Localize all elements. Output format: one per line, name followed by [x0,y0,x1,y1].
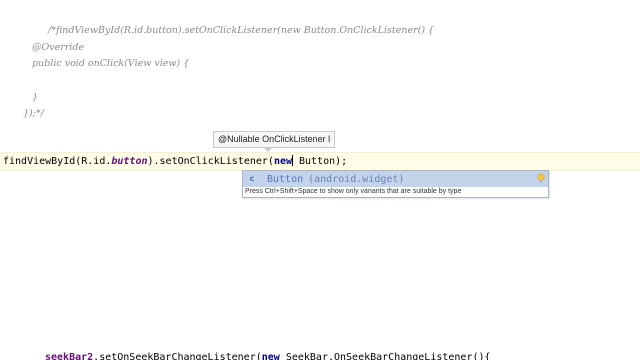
comment-line: /*findViewById(R.id.button).setOnClickLi… [48,25,435,36]
parameter-info-tooltip: @Nullable OnClickListener l [213,131,336,152]
comment-line: public void onClick(View view) { [32,58,190,69]
class-icon: c [249,174,255,183]
code-token-field: seekBar2 [45,352,94,360]
lightbulb-icon[interactable] [537,173,545,184]
code-token: ).setOnClickListener( [147,156,274,167]
code-token-keyword: new [273,156,292,167]
completion-item-package: (android.widget) [308,173,405,185]
code-token-field: button [111,156,148,167]
code-completion-popup[interactable]: c Button (android.widget) Press Ctrl+Shi… [242,170,549,198]
code-token: .setOnSeekBarChangeListener( [93,352,262,360]
comment-line: });*/ [23,108,44,119]
completion-hint-text: Press Ctrl+Shift+Space to show only vari… [245,188,462,195]
code-token: findViewById(R.id. [3,156,112,167]
code-token-keyword: new [261,352,280,360]
comment-line: } [32,92,39,103]
code-line[interactable]: seekBar2.setOnSeekBarChangeListener(new … [45,352,491,360]
code-token: SeekBar.OnSeekBarChangeListener(){ [279,352,491,360]
code-editor[interactable]: /*findViewById(R.id.button).setOnClickLi… [0,0,640,360]
parameter-info-text: @Nullable OnClickListener l [218,134,331,144]
comment-line: @Override [32,42,85,53]
completion-item-button[interactable]: c Button (android.widget) [243,171,548,187]
current-code-line[interactable]: findViewById(R.id.button).setOnClickList… [3,155,347,167]
code-token: Button); [293,156,348,167]
completion-item-name: Button [267,173,304,185]
